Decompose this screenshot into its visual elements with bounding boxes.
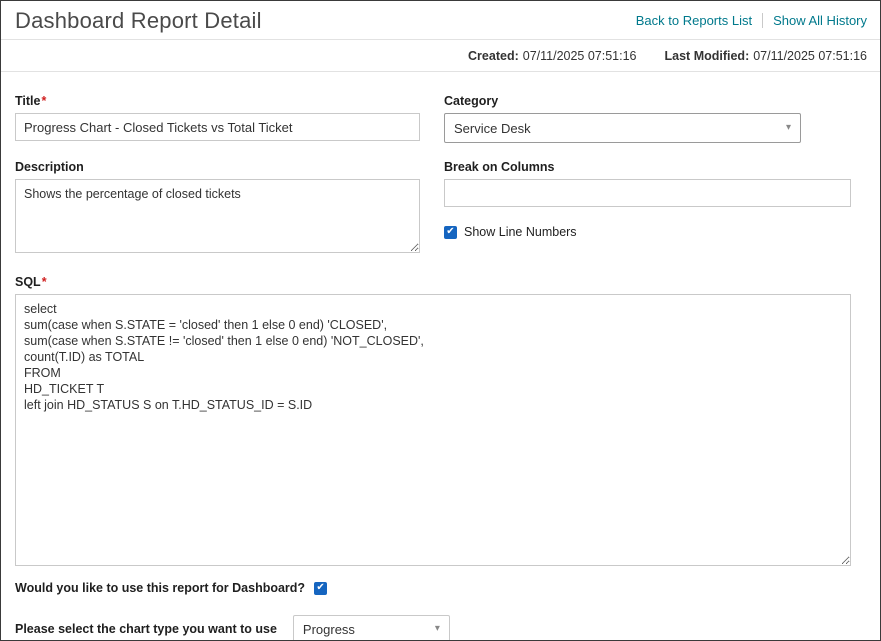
show-line-numbers-row: ✔ Show Line Numbers bbox=[444, 225, 851, 239]
dashboard-question-label: Would you like to use this report for Da… bbox=[15, 581, 305, 595]
title-required-asterisk: * bbox=[41, 94, 46, 108]
dashboard-report-detail-page: Dashboard Report Detail Back to Reports … bbox=[0, 0, 881, 641]
show-line-numbers-checkbox[interactable]: ✔ bbox=[444, 226, 457, 239]
show-line-numbers-label: Show Line Numbers bbox=[464, 225, 577, 239]
chevron-down-icon: ▾ bbox=[786, 123, 791, 133]
page-title: Dashboard Report Detail bbox=[15, 8, 262, 34]
report-form: Title* Category Service Desk ▾ Descripti… bbox=[1, 72, 880, 641]
row-title-category: Title* Category Service Desk ▾ bbox=[15, 94, 851, 143]
chart-type-selected-value: Progress bbox=[303, 622, 355, 637]
category-select[interactable]: Service Desk ▾ bbox=[444, 113, 801, 143]
sql-textarea[interactable]: select sum(case when S.STATE = 'closed' … bbox=[15, 294, 851, 566]
dashboard-checkbox[interactable]: ✔ bbox=[314, 582, 327, 595]
check-icon: ✔ bbox=[446, 227, 454, 237]
last-modified-label: Last Modified: bbox=[665, 49, 750, 63]
chart-type-row: Please select the chart type you want to… bbox=[15, 615, 851, 641]
break-on-columns-label: Break on Columns bbox=[444, 160, 851, 174]
created-meta: Created: 07/11/2025 07:51:16 bbox=[468, 49, 636, 63]
category-label: Category bbox=[444, 94, 851, 108]
sql-label: SQL* bbox=[15, 275, 851, 289]
show-all-history-link[interactable]: Show All History bbox=[773, 13, 867, 28]
category-selected-value: Service Desk bbox=[454, 121, 531, 136]
row-description-break: Description Shows the percentage of clos… bbox=[15, 160, 851, 258]
description-label: Description bbox=[15, 160, 420, 174]
link-divider bbox=[762, 13, 763, 28]
chart-type-label: Please select the chart type you want to… bbox=[15, 622, 277, 636]
created-value: 07/11/2025 07:51:16 bbox=[523, 49, 637, 63]
title-label-text: Title bbox=[15, 94, 40, 108]
back-to-reports-link[interactable]: Back to Reports List bbox=[636, 13, 752, 28]
chevron-down-icon: ▾ bbox=[435, 624, 440, 634]
page-header: Dashboard Report Detail Back to Reports … bbox=[1, 1, 880, 39]
description-textarea[interactable]: Shows the percentage of closed tickets bbox=[15, 179, 420, 253]
title-input[interactable] bbox=[15, 113, 420, 141]
created-label: Created: bbox=[468, 49, 519, 63]
sql-label-text: SQL bbox=[15, 275, 41, 289]
sql-block: SQL* select sum(case when S.STATE = 'clo… bbox=[15, 275, 851, 571]
dashboard-question-row: Would you like to use this report for Da… bbox=[15, 581, 851, 595]
check-icon: ✔ bbox=[316, 583, 324, 593]
record-meta: Created: 07/11/2025 07:51:16 Last Modifie… bbox=[1, 40, 880, 71]
last-modified-meta: Last Modified:07/11/2025 07:51:16 bbox=[665, 49, 867, 63]
title-label: Title* bbox=[15, 94, 420, 108]
sql-required-asterisk: * bbox=[42, 275, 47, 289]
header-links: Back to Reports List Show All History bbox=[636, 8, 867, 28]
chart-type-select[interactable]: Progress ▾ bbox=[293, 615, 450, 641]
break-on-columns-input[interactable] bbox=[444, 179, 851, 207]
last-modified-value: 07/11/2025 07:51:16 bbox=[753, 49, 867, 63]
